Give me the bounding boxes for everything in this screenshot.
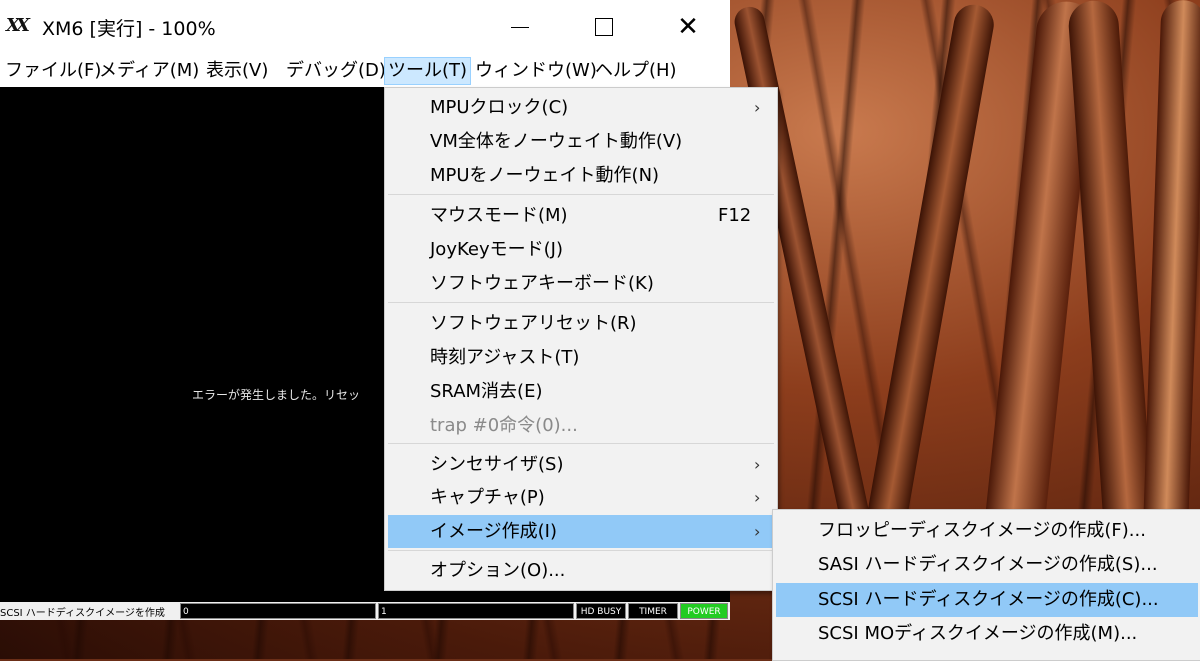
menu-item-sram-clear[interactable]: SRAM消去(E) [388, 375, 774, 408]
error-message: エラーが発生しました。リセッ [192, 388, 361, 402]
submenu-item-sasi-hd-image[interactable]: SASI ハードディスクイメージの作成(S)... [776, 548, 1198, 582]
image-create-submenu: フロッピーディスクイメージの作成(F)... SASI ハードディスクイメージの… [772, 509, 1200, 661]
menu-item-mpu-nowait[interactable]: MPUをノーウェイト動作(N) [388, 159, 774, 192]
menu-bar: ファイル(F) メディア(M) 表示(V) デバッグ(D) ツール(T) ウィン… [0, 54, 730, 87]
chevron-right-icon: › [754, 488, 761, 507]
close-icon: ✕ [677, 12, 699, 42]
chevron-right-icon: › [754, 98, 761, 117]
menu-item-joykey-mode[interactable]: JoyKeyモード(J) [388, 233, 774, 266]
hd-busy-indicator: HD BUSY [576, 603, 626, 619]
menu-file[interactable]: ファイル(F) [2, 58, 104, 84]
menu-item-synthesizer[interactable]: シンセサイザ(S) › [388, 448, 774, 481]
menu-media[interactable]: メディア(M) [96, 58, 202, 84]
maximize-button[interactable] [562, 0, 646, 54]
chevron-right-icon: › [754, 455, 761, 474]
minimize-icon [511, 26, 529, 28]
menu-item-mpu-clock[interactable]: MPUクロック(C) › [388, 91, 774, 124]
menu-item-mouse-mode[interactable]: マウスモード(M) F12 [388, 199, 774, 232]
minimize-button[interactable] [478, 0, 562, 54]
menu-debug[interactable]: デバッグ(D) [283, 58, 389, 84]
window-title: XM6 [実行] - 100% [42, 18, 216, 40]
close-button[interactable]: ✕ [646, 0, 730, 54]
tools-dropdown-menu: MPUクロック(C) › VM全体をノーウェイト動作(V) MPUをノーウェイト… [384, 87, 778, 591]
menu-item-software-reset[interactable]: ソフトウェアリセット(R) [388, 307, 774, 340]
submenu-item-floppy-image[interactable]: フロッピーディスクイメージの作成(F)... [776, 514, 1198, 548]
menu-separator [388, 443, 774, 444]
submenu-item-scsi-mo-image[interactable]: SCSI MOディスクイメージの作成(M)... [776, 617, 1198, 651]
shortcut-label: F12 [718, 205, 752, 226]
menu-item-image-create[interactable]: イメージ作成(I) › [388, 515, 774, 548]
status-field-drive-0: 0 [180, 603, 376, 619]
status-message: SCSI ハードディスクイメージを作成 [0, 608, 165, 619]
timer-indicator: TIMER [628, 603, 678, 619]
submenu-item-scsi-hd-image[interactable]: SCSI ハードディスクイメージの作成(C)... [776, 583, 1198, 617]
menu-item-vm-nowait[interactable]: VM全体をノーウェイト動作(V) [388, 125, 774, 158]
power-indicator: POWER [680, 603, 728, 619]
menu-item-time-adjust[interactable]: 時刻アジャスト(T) [388, 341, 774, 374]
menu-item-trap0: trap #0命令(0)... [430, 415, 578, 436]
menu-item-capture[interactable]: キャプチャ(P) › [388, 481, 774, 514]
xm6-logo-icon[interactable]: XX [6, 15, 36, 37]
chevron-right-icon: › [754, 522, 761, 541]
title-bar[interactable]: XX XM6 [実行] - 100% ✕ [0, 0, 730, 54]
menu-window[interactable]: ウィンドウ(W) [472, 58, 600, 84]
menu-view[interactable]: 表示(V) [203, 58, 271, 84]
menu-separator [388, 550, 774, 551]
status-field-drive-1: 1 [378, 603, 574, 619]
menu-help[interactable]: ヘルプ(H) [592, 58, 680, 84]
status-bar: SCSI ハードディスクイメージを作成 0 1 HD BUSY TIMER PO… [0, 602, 730, 620]
menu-item-options[interactable]: オプション(O)... [388, 554, 774, 587]
menu-item-software-keyboard[interactable]: ソフトウェアキーボード(K) [388, 267, 774, 300]
menu-separator [388, 302, 774, 303]
maximize-icon [595, 18, 613, 36]
menu-separator [388, 194, 774, 195]
menu-tools[interactable]: ツール(T) [384, 57, 472, 85]
